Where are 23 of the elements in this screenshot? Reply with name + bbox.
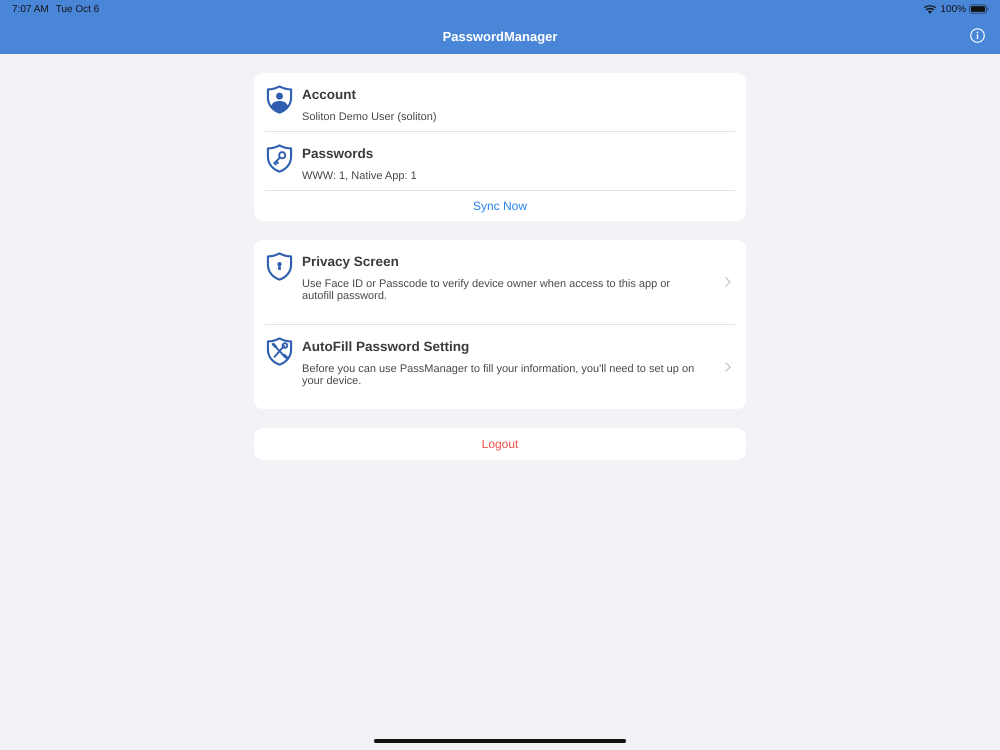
row-description: Use Face ID or Passcode to verify device owner when access to this app or autofill password.	[302, 278, 672, 302]
info-icon[interactable]	[970, 28, 985, 43]
wifi-icon	[924, 4, 936, 14]
row-description: Before you can use PassManager to fill your information, you'll need to set up on your device.	[302, 363, 696, 387]
status-date: Tue Oct 6	[56, 4, 100, 14]
battery-icon	[969, 4, 989, 14]
chevron-icon	[725, 277, 731, 287]
shield-key-icon	[266, 144, 293, 173]
shield-tools-icon	[266, 337, 293, 366]
chevron-icon	[725, 362, 731, 372]
row-title: Account	[302, 86, 356, 104]
row-subtitle: WWW: 1, Native App: 1	[302, 169, 417, 184]
sync-now-button[interactable]: Sync Now	[468, 197, 532, 215]
row-title: AutoFill Password Setting	[302, 338, 470, 356]
logout-button[interactable]: Logout	[254, 428, 746, 460]
row-subtitle: Soliton Demo User (soliton)	[302, 110, 436, 125]
battery-percent: 100%	[940, 4, 966, 14]
app-title: PasswordManager	[442, 28, 558, 44]
row-title: Passwords	[302, 145, 374, 163]
row-title: Privacy Screen	[302, 253, 399, 271]
shield-person-icon	[266, 85, 293, 114]
shield-keyhole-icon	[266, 252, 293, 281]
status-time: 7:07 AM	[12, 4, 49, 14]
